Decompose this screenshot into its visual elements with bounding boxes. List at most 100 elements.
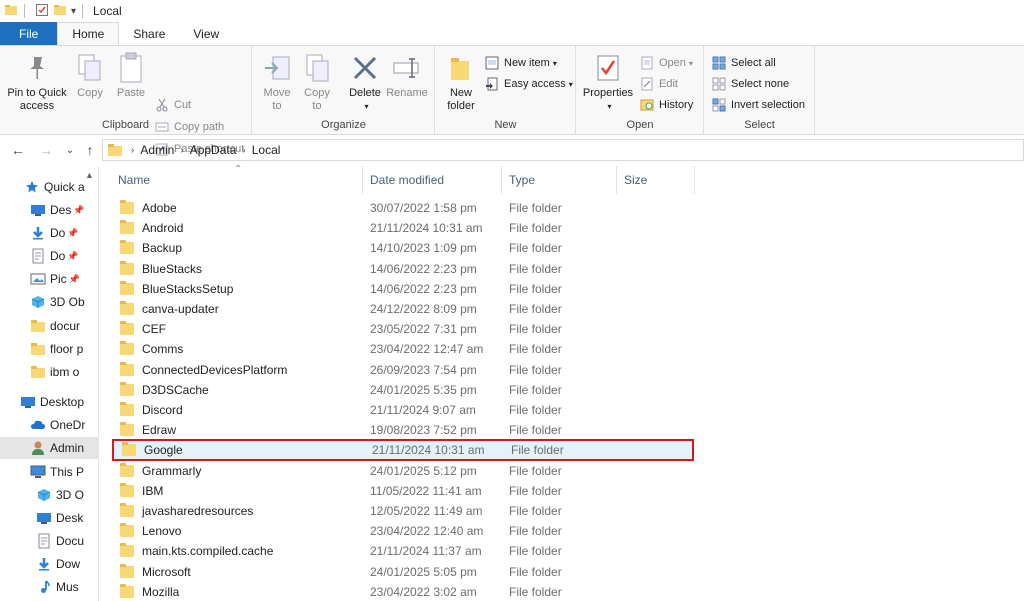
nav-item-label: Mus xyxy=(56,580,79,594)
column-divider[interactable] xyxy=(694,166,695,194)
chevron-right-icon[interactable]: › xyxy=(180,145,183,156)
nav-item[interactable]: Do 📌 xyxy=(30,245,79,267)
invert-selection-button[interactable]: Invert selection xyxy=(711,96,805,114)
file-row[interactable]: Microsoft 24/01/2025 5:05 pm File folder xyxy=(110,562,694,582)
file-row[interactable]: Edraw 19/08/2023 7:52 pm File folder xyxy=(110,420,694,440)
file-row[interactable]: ConnectedDevicesPlatform 26/09/2023 7:54 … xyxy=(110,360,694,380)
file-row[interactable]: BlueStacks 14/06/2022 2:23 pm File folder xyxy=(110,259,694,279)
tab-share[interactable]: Share xyxy=(119,22,179,45)
selected-file-row[interactable]: Google 21/11/2024 10:31 am File folder xyxy=(112,439,694,462)
column-header-size[interactable]: Size xyxy=(616,166,694,194)
rename-button[interactable]: Rename xyxy=(386,51,428,100)
navigation-pane-scrollbar[interactable] xyxy=(98,166,99,601)
file-row[interactable]: Adobe 30/07/2022 1:58 pm File folder xyxy=(110,198,694,218)
customize-quick-access-icon[interactable]: ▾ xyxy=(71,6,76,17)
folder-icon xyxy=(120,341,134,356)
navigation-pane: Quick a Des 📌 Do 📌 Do 📌 Pic 📌 3D Ob docur floor p ib… xyxy=(0,166,98,601)
open-button[interactable]: Open ▾ xyxy=(639,54,693,72)
breadcrumb-appdata[interactable]: AppData xyxy=(190,143,237,157)
copy-icon xyxy=(77,51,103,85)
copy-to-button[interactable]: Copy to xyxy=(301,51,333,113)
nav-item[interactable]: Dow xyxy=(36,553,80,575)
new-group: New folder New item ▾ Easy access ▾ New xyxy=(436,46,576,134)
properties-check-icon[interactable] xyxy=(35,3,49,20)
nav-item-label: 3D O xyxy=(56,488,85,502)
file-row[interactable]: Android 21/11/2024 10:31 am File folder xyxy=(110,218,694,238)
nav-item[interactable]: ibm o xyxy=(30,361,79,383)
file-row[interactable]: Backup 14/10/2023 1:09 pm File folder xyxy=(110,238,694,258)
easy-access-button[interactable]: Easy access ▾ xyxy=(484,75,573,93)
breadcrumb-admin[interactable]: Admin xyxy=(140,143,174,157)
select-none-button[interactable]: Select none xyxy=(711,75,789,93)
nav-item[interactable]: Quick a xyxy=(24,176,85,198)
forward-arrow-icon[interactable]: → xyxy=(36,140,56,160)
recent-locations-chevron-icon[interactable]: ⌄ xyxy=(60,140,80,160)
nav-item[interactable]: Des 📌 xyxy=(30,199,85,221)
back-arrow-icon[interactable]: ← xyxy=(8,140,28,160)
history-button[interactable]: History xyxy=(639,96,693,114)
column-header-name[interactable]: Name xyxy=(110,166,362,194)
chevron-right-icon[interactable]: › xyxy=(242,145,245,156)
type-cell: File folder xyxy=(509,524,562,539)
properties-button[interactable]: Properties ▾ xyxy=(582,51,634,113)
window-title: Local xyxy=(93,4,122,18)
nav-item[interactable]: Desktop xyxy=(20,391,84,413)
file-row[interactable]: Lenovo 23/04/2022 12:40 am File folder xyxy=(110,521,694,541)
nav-item[interactable]: docur xyxy=(30,315,80,337)
separator xyxy=(82,4,84,18)
nav-item[interactable]: 3D Ob xyxy=(30,291,85,313)
file-name: Backup xyxy=(142,241,183,256)
file-row[interactable]: javasharedresources 12/05/2022 11:49 am Fi… xyxy=(110,501,694,521)
nav-item[interactable]: Admin xyxy=(0,437,98,459)
nav-item[interactable]: Mus xyxy=(36,576,79,598)
date-modified-cell: 21/11/2024 10:31 am xyxy=(372,443,485,458)
nav-item[interactable]: 3D O xyxy=(36,484,84,506)
file-row[interactable]: BlueStacksSetup 14/06/2022 2:23 pm File fo… xyxy=(110,279,694,299)
new-folder-button[interactable]: New folder xyxy=(440,51,482,113)
new-item-label: New item xyxy=(504,57,550,69)
move-to-button[interactable]: Move to xyxy=(261,51,293,113)
chevron-down-icon: ▾ xyxy=(607,102,612,111)
nav-item[interactable]: Do 📌 xyxy=(30,222,79,244)
up-arrow-icon[interactable]: ↑ xyxy=(80,140,100,160)
file-row[interactable]: Mozilla 23/04/2022 3:02 am File folder xyxy=(110,582,694,601)
chevron-right-icon[interactable]: › xyxy=(131,145,134,156)
nav-item[interactable]: floor p xyxy=(30,338,83,360)
file-row[interactable]: Comms 23/04/2022 12:47 am File folder xyxy=(110,339,694,359)
file-row[interactable]: IBM 11/05/2022 11:41 am File folder xyxy=(110,481,694,501)
nav-item[interactable]: OneDr xyxy=(30,414,85,436)
file-row[interactable]: Grammarly 24/01/2025 5:12 pm File folder xyxy=(110,461,694,481)
nav-item[interactable]: Desk xyxy=(36,507,83,529)
delete-button[interactable]: Delete ▾ xyxy=(347,51,383,113)
nav-item[interactable]: This P xyxy=(30,461,84,483)
folder-icon xyxy=(120,402,134,416)
tab-view[interactable]: View xyxy=(179,22,233,45)
edit-button[interactable]: Edit xyxy=(639,75,678,93)
tab-home[interactable]: Home xyxy=(57,22,120,45)
file-row[interactable]: CEF 23/05/2022 7:31 pm File folder xyxy=(110,319,694,339)
select-all-button[interactable]: Select all xyxy=(711,54,776,72)
file-row[interactable]: main.kts.compiled.cache 21/11/2024 11:37 … xyxy=(110,541,694,561)
new-item-button[interactable]: New item ▾ xyxy=(484,54,557,72)
file-name-cell: Adobe xyxy=(120,200,177,215)
address-bar[interactable]: › Admin › AppData › Local xyxy=(102,139,1024,161)
desktop-icon xyxy=(30,202,46,218)
pin-to-quick-access-button[interactable]: Pin to Quick access xyxy=(4,51,70,113)
cut-button[interactable]: Cut xyxy=(154,96,191,114)
column-header-type[interactable]: Type xyxy=(501,166,616,194)
nav-item[interactable]: Pic 📌 xyxy=(30,268,80,290)
copy-button[interactable]: Copy xyxy=(74,51,106,100)
user-icon xyxy=(30,440,46,456)
paste-button[interactable]: Paste xyxy=(112,51,150,100)
file-name: main.kts.compiled.cache xyxy=(142,544,274,559)
file-row[interactable]: canva-updater 24/12/2022 8:09 pm File fold… xyxy=(110,299,694,319)
column-header-date-modified[interactable]: Date modified xyxy=(362,166,501,194)
breadcrumb-local[interactable]: Local xyxy=(252,143,281,157)
new-folder-quick-icon[interactable] xyxy=(53,3,67,20)
folder-icon xyxy=(30,318,46,334)
file-row[interactable]: D3DSCache 24/01/2025 5:35 pm File folder xyxy=(110,380,694,400)
scroll-up-icon[interactable]: ▲ xyxy=(85,170,94,180)
file-row[interactable]: Discord 21/11/2024 9:07 am File folder xyxy=(110,400,694,420)
nav-item[interactable]: Docu xyxy=(36,530,84,552)
tab-file[interactable]: File xyxy=(0,22,58,45)
